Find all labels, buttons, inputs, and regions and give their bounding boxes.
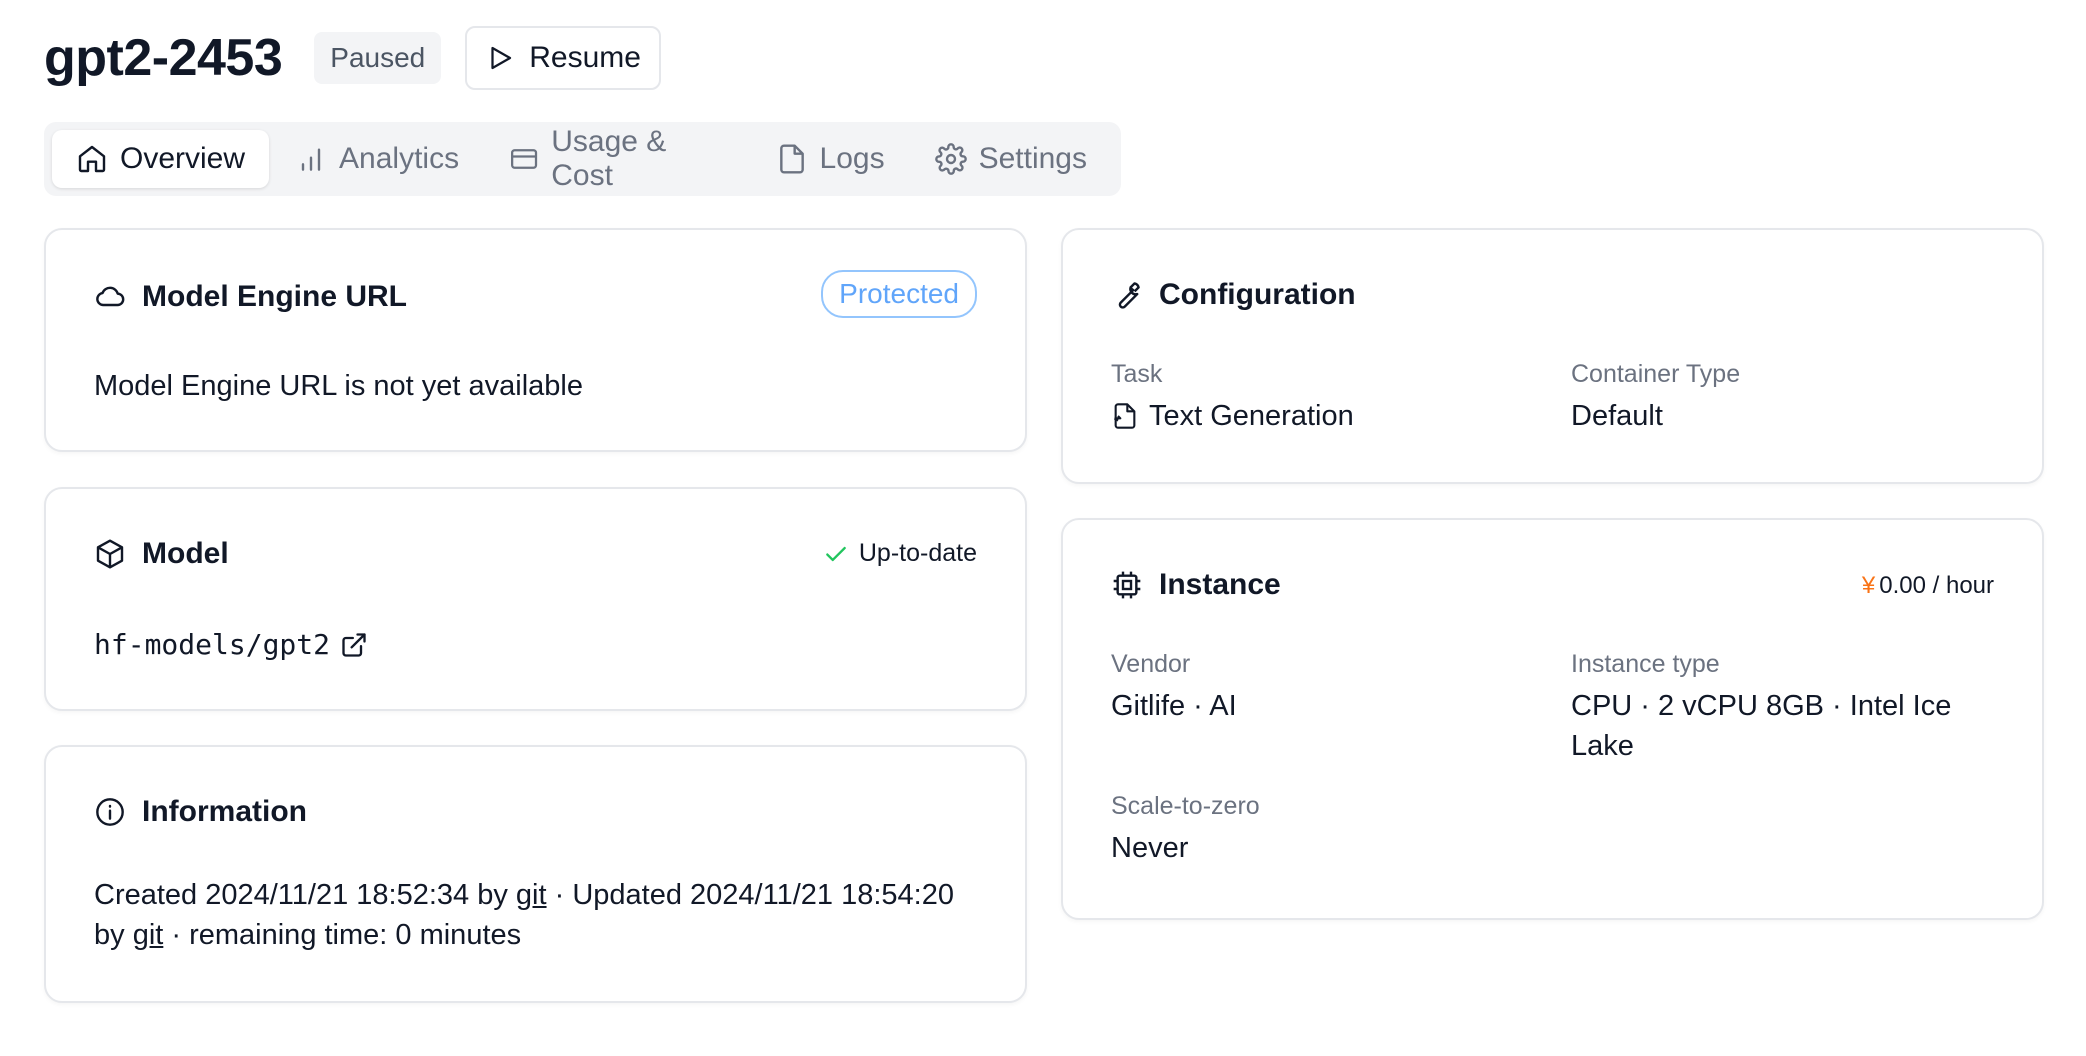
check-icon	[826, 546, 846, 561]
tab-settings-label: Settings	[978, 142, 1087, 175]
tab-overview-label: Overview	[120, 142, 246, 175]
model-status: Up-to-date	[823, 539, 977, 568]
information-line-1: Created 2024/11/21 18:52:34 by git · Upd…	[94, 875, 994, 915]
task-value: Text Generation	[1111, 396, 1354, 436]
tab-settings[interactable]: Settings	[911, 130, 1111, 188]
information-card-title: Information	[94, 795, 307, 829]
external-link-icon	[342, 633, 366, 657]
vendor-value: Gitlife · AI	[1111, 690, 1237, 722]
file-text-icon	[1113, 403, 1136, 429]
container-type-value: Default	[1571, 400, 1663, 432]
created-prefix: Created 2024/11/21 18:52:34 by	[94, 879, 516, 911]
package-icon	[96, 539, 124, 569]
tab-usage-cost[interactable]: Usage & Cost	[485, 125, 749, 192]
configuration-card: Configuration Task Text Generation Conta…	[1061, 228, 2044, 484]
configuration-title-text: Configuration	[1159, 278, 1356, 311]
model-card-title: Model	[94, 537, 229, 571]
instance-type-line-2: Lake	[1571, 730, 1634, 762]
vendor-label: Vendor	[1111, 650, 1191, 678]
scale-to-zero-label: Scale-to-zero	[1111, 792, 1260, 820]
protected-badge: Protected	[821, 270, 977, 318]
model-card: Model Up-to-date hf-models/gpt2	[44, 487, 1027, 711]
cpu-icon	[1113, 571, 1141, 599]
tab-overview[interactable]: Overview	[52, 130, 270, 188]
tab-logs[interactable]: Logs	[752, 130, 909, 188]
resume-button-label: Resume	[529, 41, 641, 74]
remaining-time: · remaining time: 0 minutes	[163, 919, 522, 951]
tab-logs-label: Logs	[819, 142, 885, 175]
information-text: Created 2024/11/21 18:52:34 by git · Upd…	[94, 875, 994, 955]
info-icon	[96, 798, 124, 826]
tab-analytics-label: Analytics	[339, 142, 460, 175]
wrench-icon	[1118, 282, 1140, 309]
scale-to-zero-value: Never	[1111, 832, 1189, 864]
resume-button[interactable]: Resume	[465, 26, 661, 90]
task-value-text: Text Generation	[1149, 400, 1354, 432]
bar-chart-icon	[301, 148, 321, 171]
currency-symbol: ¥	[1861, 572, 1876, 599]
instance-type-value: CPU · 2 vCPU 8GB · Intel Ice Lake	[1571, 686, 1951, 766]
instance-card-title: Instance	[1111, 568, 1281, 602]
instance-price: ¥0.00 / hour	[1862, 572, 1994, 600]
engine-url-card: Model Engine URL Protected Model Engine …	[44, 228, 1027, 452]
model-repo-link[interactable]: hf-models/gpt2	[94, 625, 368, 665]
information-line-2: by git · remaining time: 0 minutes	[94, 915, 994, 955]
engine-url-card-title: Model Engine URL	[94, 280, 407, 314]
price-value: 0.00 / hour	[1879, 572, 1994, 599]
tab-usage-cost-label: Usage & Cost	[551, 125, 667, 192]
page-title: gpt2-2453	[44, 29, 283, 87]
credit-card-icon	[511, 149, 538, 169]
information-card: Information Created 2024/11/21 18:52:34 …	[44, 745, 1027, 1003]
cloud-icon	[96, 286, 125, 307]
task-label: Task	[1111, 360, 1163, 388]
status-badge: Paused	[314, 32, 442, 84]
updated-prefix: · Updated 2024/11/21 18:54:20	[546, 879, 954, 911]
updated-by-link[interactable]: git	[133, 919, 164, 951]
instance-title-text: Instance	[1159, 568, 1281, 601]
gear-icon	[934, 143, 967, 175]
instance-type-label: Instance type	[1571, 650, 1720, 678]
tab-bar: Overview Analytics Usage & Cost Logs Set…	[44, 122, 1121, 196]
model-status-text: Up-to-date	[858, 539, 977, 567]
tab-analytics[interactable]: Analytics	[271, 130, 483, 188]
model-repo-text: hf-models/gpt2	[94, 628, 331, 661]
file-icon	[779, 144, 804, 174]
engine-url-text: Model Engine URL is not yet available	[94, 370, 583, 402]
container-type-label: Container Type	[1571, 360, 1741, 388]
configuration-card-title: Configuration	[1111, 278, 1356, 312]
page-header: gpt2-2453 Paused Resume	[44, 26, 661, 90]
instance-type-line-1: CPU · 2 vCPU 8GB · Intel Ice	[1571, 690, 1952, 722]
information-title-text: Information	[142, 795, 307, 828]
play-icon	[491, 46, 512, 70]
home-icon	[78, 145, 106, 173]
instance-card: Instance ¥0.00 / hour Vendor Gitlife · A…	[1061, 518, 2044, 920]
created-by-link[interactable]: git	[516, 879, 547, 911]
model-title-text: Model	[142, 537, 229, 570]
engine-url-title-text: Model Engine URL	[142, 280, 407, 313]
by-prefix: by	[94, 919, 133, 951]
